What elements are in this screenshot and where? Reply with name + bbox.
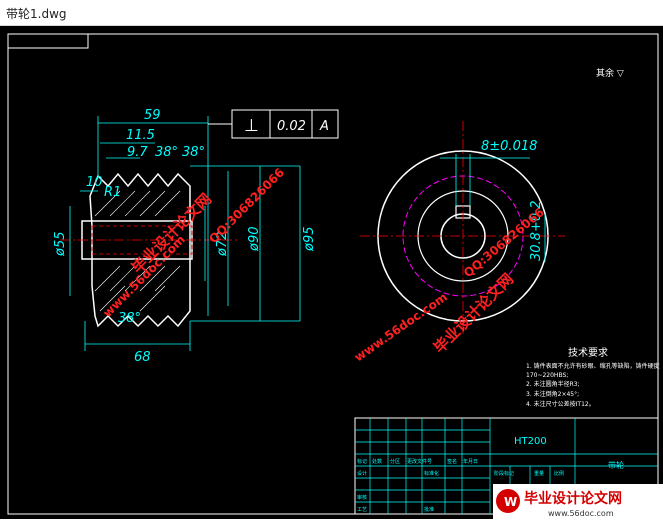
tb-label-1: 处数	[372, 458, 382, 465]
cad-drawing-canvas[interactable]: 59 11.5 9.7 38° 38° 38° 10 R1 68 ø55 ø72…	[0, 26, 663, 519]
tb-label-4: 签名	[447, 458, 457, 465]
tech-requirements: 技术要求 1. 铸件表面不允许有砂眼、缩孔等缺陷，铸件硬度 170~220HBS…	[526, 346, 660, 408]
dim-dia-90: ø90	[247, 227, 262, 253]
footer-brand: 毕业设计论文网	[524, 490, 622, 507]
dim-dia-55: ø55	[53, 232, 68, 258]
dim-key-width: 8±0.018	[481, 139, 537, 154]
tech-req-line-3: 2. 未注圆角半径R3;	[526, 380, 580, 388]
frame-corner-box	[7, 33, 89, 49]
dim-dia-95: ø95	[302, 227, 317, 253]
footer-logo: W 毕业设计论文网 www.56doc.com	[493, 484, 663, 519]
tech-req-line-2: 170~220HBS;	[526, 372, 568, 379]
svg-text:W: W	[504, 495, 517, 509]
tb-label-7: 标准化	[424, 470, 439, 477]
dim-angle-2: 38°	[182, 145, 205, 160]
gdt-symbol: ⊥	[244, 116, 259, 136]
tech-req-title: 技术要求	[568, 346, 608, 359]
window-titlebar: 带轮1.dwg	[0, 0, 663, 26]
tb-label-5: 年月日	[463, 458, 478, 465]
tb-label-6: 设计	[357, 470, 367, 477]
gdt-value: 0.02	[277, 119, 306, 134]
tb-label-10: 比例	[554, 470, 564, 477]
tb-label-0: 标记	[357, 458, 367, 465]
dim-68: 68	[134, 350, 151, 365]
drawing-frame	[7, 33, 659, 515]
dim-10: 10	[86, 175, 103, 190]
watermarks: 毕业设计论文网 www.56doc.com QQ:306826066 毕业设计论…	[100, 165, 547, 364]
drawing-svg: 59 11.5 9.7 38° 38° 38° 10 R1 68 ø55 ø72…	[7, 33, 663, 519]
tb-label-12: 工艺	[357, 507, 367, 513]
tb-label-13: 批准	[424, 506, 434, 513]
watermark-site-2: www.56doc.com	[352, 290, 450, 365]
title-block-material: HT200	[514, 436, 547, 447]
tech-req-line-1: 1. 铸件表面不允许有砂眼、缩孔等缺陷，铸件硬度	[526, 362, 660, 370]
roughness-note: 其余 ▽	[596, 67, 624, 79]
dim-r1: R1	[104, 185, 121, 200]
dim-11-5: 11.5	[126, 128, 155, 143]
dim-angle-1: 38°	[155, 145, 178, 160]
tb-label-8: 阶段标记	[494, 470, 514, 477]
window-title: 带轮1.dwg	[6, 7, 67, 21]
gdt-frame: ⊥ 0.02 A	[208, 109, 339, 139]
tb-label-3: 更改文件号	[407, 458, 432, 465]
title-block-part-name: 带轮	[608, 460, 624, 470]
dim-angle-3: 38°	[118, 311, 141, 326]
tech-req-line-5: 4. 未注尺寸公差按IT12。	[526, 400, 595, 408]
tb-label-9: 重量	[534, 470, 544, 477]
tech-req-line-4: 3. 未注倒角2×45°;	[526, 390, 579, 398]
watermark-brand-2: 毕业设计论文网	[430, 270, 517, 357]
footer-site: www.56doc.com	[548, 509, 614, 518]
watermark-brand-1: 毕业设计论文网	[128, 190, 215, 277]
dim-59: 59	[144, 108, 161, 123]
tb-label-11: 审核	[357, 494, 367, 501]
tb-label-2: 分区	[390, 458, 400, 465]
gdt-datum: A	[319, 119, 329, 134]
dim-9-7: 9.7	[127, 145, 148, 160]
